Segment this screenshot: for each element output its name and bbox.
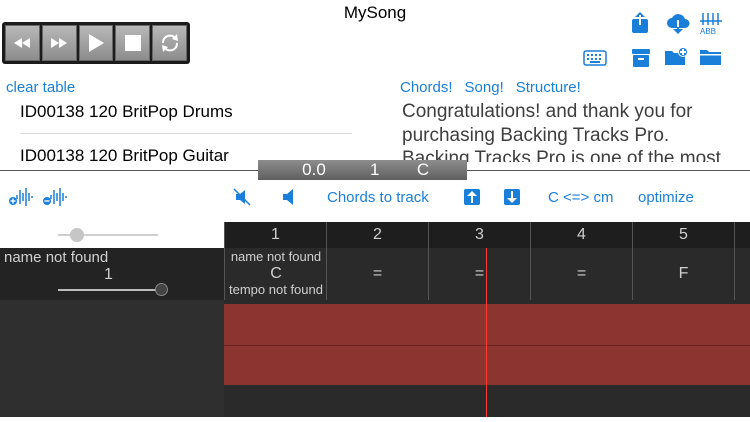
- playhead[interactable]: [486, 248, 487, 417]
- guitar-tab-icon[interactable]: ABB: [699, 11, 723, 35]
- arrow-up-icon: [467, 191, 477, 203]
- rewind-button[interactable]: [5, 25, 40, 61]
- move-down-button[interactable]: [504, 189, 520, 205]
- arrow-down-icon: [507, 191, 517, 203]
- move-up-button[interactable]: [464, 189, 480, 205]
- audio-clip[interactable]: [224, 345, 750, 385]
- remove-waveform-icon[interactable]: [42, 187, 68, 207]
- optimize-button[interactable]: optimize: [638, 189, 694, 206]
- track-header[interactable]: name not found 1: [0, 248, 224, 300]
- position-display: 0.0 1 C: [258, 160, 467, 180]
- chord-cell[interactable]: =: [326, 248, 428, 300]
- ruler-bar: 4: [530, 222, 632, 248]
- transpose-button[interactable]: C <=> cm: [548, 189, 613, 206]
- play-icon: [88, 34, 104, 52]
- keyboard-icon[interactable]: [583, 50, 607, 66]
- share-icon[interactable]: [631, 12, 649, 34]
- chord-cell-tempo: tempo not found: [229, 282, 323, 297]
- ruler-bar: 3: [428, 222, 530, 248]
- stop-button[interactable]: [115, 25, 151, 61]
- chord-cell[interactable]: [734, 248, 750, 300]
- fast-forward-button[interactable]: [41, 25, 77, 61]
- folder-icon[interactable]: [699, 48, 723, 66]
- ruler-bar: [734, 222, 750, 248]
- fast-forward-icon: [51, 38, 68, 48]
- bar-readout: 1: [370, 160, 380, 179]
- chord-label: C: [270, 265, 282, 282]
- chord-cell[interactable]: name not found C tempo not found: [224, 248, 326, 300]
- tab-structure[interactable]: Structure!: [516, 79, 581, 96]
- mute-icon[interactable]: [233, 188, 251, 206]
- tab-song[interactable]: Song!: [465, 79, 504, 96]
- chord-readout: C: [416, 160, 430, 179]
- folder-add-icon[interactable]: [664, 47, 688, 67]
- list-divider: [20, 133, 352, 134]
- track-name: name not found: [4, 249, 109, 266]
- add-waveform-icon[interactable]: [8, 187, 34, 207]
- clear-table-link[interactable]: clear table: [6, 79, 75, 96]
- rewind-icon: [14, 38, 31, 48]
- bar-ruler: 1 2 3 4 5: [224, 222, 750, 248]
- info-text: Congratulations! and thank you for purch…: [402, 101, 721, 162]
- track-lane-header: [0, 300, 224, 417]
- time-readout: 0.0: [302, 160, 326, 179]
- info-tabs: Chords! Song! Structure!: [400, 79, 581, 96]
- chord-cell-name: name not found: [230, 249, 322, 264]
- tab-chords[interactable]: Chords!: [400, 79, 453, 96]
- chord-row: name not found C tempo not found = = = F: [224, 248, 750, 300]
- track-list-item[interactable]: ID00138 120 BritPop Drums: [20, 102, 352, 122]
- track-number: 1: [104, 266, 113, 283]
- loop-icon: [161, 34, 178, 52]
- transport-bar: [2, 22, 190, 64]
- chord-cell[interactable]: =: [530, 248, 632, 300]
- loop-button[interactable]: [152, 25, 187, 61]
- play-button[interactable]: [78, 25, 114, 61]
- archive-icon[interactable]: [632, 48, 650, 68]
- audio-clip[interactable]: [224, 304, 750, 345]
- chord-cell[interactable]: F: [632, 248, 734, 300]
- zoom-slider-thumb[interactable]: [70, 228, 84, 242]
- ruler-bar: 5: [632, 222, 734, 248]
- speaker-icon[interactable]: [282, 188, 296, 206]
- svg-text:ABB: ABB: [700, 27, 716, 35]
- ruler-bar: 1: [224, 222, 326, 248]
- cloud-download-icon[interactable]: [666, 12, 690, 34]
- stop-icon: [124, 35, 141, 51]
- chord-cell[interactable]: =: [428, 248, 530, 300]
- chords-to-track-button[interactable]: Chords to track: [327, 189, 429, 206]
- track-volume-slider[interactable]: [58, 289, 158, 291]
- track-volume-thumb[interactable]: [155, 283, 168, 296]
- ruler-bar: 2: [326, 222, 428, 248]
